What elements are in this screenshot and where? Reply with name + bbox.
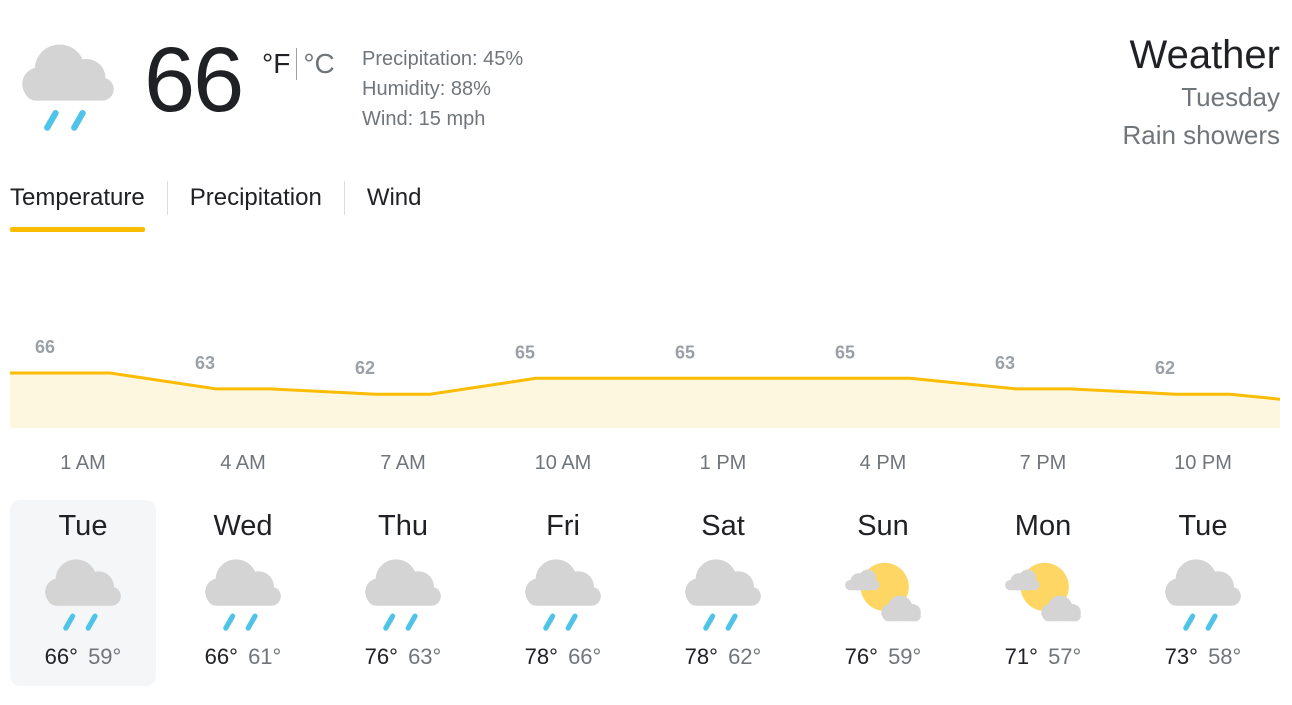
- humidity-text: Humidity: 88%: [362, 78, 491, 100]
- hour-label: 10 AM: [534, 452, 592, 474]
- high-temperature: 76°: [364, 644, 398, 669]
- day-temperatures: 78° 62°: [650, 644, 796, 670]
- high-temperature: 78°: [684, 644, 718, 669]
- day-tile[interactable]: Tue 73° 58°: [1130, 500, 1276, 686]
- tab-divider: [343, 181, 345, 215]
- rain-showers-icon: [360, 552, 446, 632]
- data-label: 62: [1155, 358, 1175, 378]
- current-temperature: 66: [144, 29, 244, 131]
- data-label: 65: [675, 342, 695, 362]
- low-temperature: 59°: [88, 644, 122, 669]
- rain-showers-icon: [680, 552, 766, 632]
- chart-area-fill: [10, 373, 1280, 428]
- current-details: Precipitation: 45% Humidity: 88% Wind: 1…: [362, 44, 523, 134]
- day-temperatures: 71° 57°: [970, 644, 1116, 670]
- data-label: 66: [35, 337, 55, 357]
- low-temperature: 59°: [888, 644, 922, 669]
- day-tile[interactable]: Wed 66° 61°: [170, 500, 316, 686]
- day-tile[interactable]: Sat 78° 62°: [650, 500, 796, 686]
- temperature-chart: 66 63 62 65 65 65 63 62: [10, 337, 1281, 428]
- partly-cloudy-icon: [840, 552, 926, 632]
- unit-fahrenheit[interactable]: °F: [262, 48, 290, 80]
- high-temperature: 66°: [204, 644, 238, 669]
- tab-precipitation[interactable]: Precipitation: [190, 178, 322, 218]
- partly-cloudy-icon: [1000, 552, 1086, 632]
- rain-showers-icon: [1160, 552, 1246, 632]
- data-label: 65: [515, 342, 535, 362]
- high-temperature: 66°: [44, 644, 78, 669]
- day-temperatures: 76° 63°: [330, 644, 476, 670]
- unit-separator: [296, 48, 298, 80]
- low-temperature: 66°: [568, 644, 602, 669]
- day-name: Tue: [1178, 510, 1228, 542]
- wind-text: Wind: 15 mph: [362, 108, 486, 130]
- low-temperature: 58°: [1208, 644, 1242, 669]
- weather-title: Weather: [1129, 33, 1280, 77]
- day-tile[interactable]: Fri 78° 66°: [490, 500, 636, 686]
- unit-celsius[interactable]: °C: [303, 48, 334, 80]
- rain-showers-icon: [40, 552, 126, 632]
- day-tile[interactable]: Tue 66° 59°: [10, 500, 156, 686]
- data-label: 65: [835, 342, 855, 362]
- hour-label: 1 PM: [699, 452, 747, 474]
- day-name: Mon: [1014, 510, 1072, 542]
- low-temperature: 63°: [408, 644, 442, 669]
- rain-showers-icon: [16, 36, 120, 132]
- day-name: Thu: [378, 510, 428, 542]
- rain-showers-icon: [200, 552, 286, 632]
- unit-toggle: °F °C: [262, 48, 335, 80]
- low-temperature: 62°: [728, 644, 762, 669]
- day-tile[interactable]: Sun 76° 59°: [810, 500, 956, 686]
- hour-label: 4 AM: [220, 452, 266, 474]
- hour-label: 7 AM: [380, 452, 426, 474]
- data-label: 63: [195, 353, 215, 373]
- day-tile[interactable]: Mon 71° 57°: [970, 500, 1116, 686]
- day-temperatures: 66° 61°: [170, 644, 316, 670]
- day-name: Sun: [857, 510, 909, 542]
- high-temperature: 73°: [1164, 644, 1198, 669]
- current-condition: Rain showers: [1122, 120, 1280, 150]
- chart-tabs: Temperature Precipitation Wind: [10, 178, 422, 232]
- precipitation-text: Precipitation: 45%: [362, 48, 524, 70]
- day-name: Tue: [58, 510, 108, 542]
- day-tile[interactable]: Thu 76° 63°: [330, 500, 476, 686]
- tab-temperature[interactable]: Temperature: [10, 178, 145, 232]
- rain-showers-icon: [520, 552, 606, 632]
- data-label: 62: [355, 358, 375, 378]
- hour-label: 10 PM: [1174, 452, 1232, 474]
- high-temperature: 76°: [844, 644, 878, 669]
- low-temperature: 61°: [248, 644, 282, 669]
- day-name: Sat: [701, 510, 745, 542]
- day-temperatures: 66° 59°: [10, 644, 156, 670]
- high-temperature: 71°: [1004, 644, 1038, 669]
- tab-wind[interactable]: Wind: [367, 178, 422, 218]
- day-temperatures: 78° 66°: [490, 644, 636, 670]
- location-summary: Weather Tuesday Rain showers: [1122, 32, 1280, 154]
- day-name: Wed: [213, 510, 273, 542]
- data-label: 63: [995, 353, 1015, 373]
- current-day: Tuesday: [1181, 82, 1280, 112]
- low-temperature: 57°: [1048, 644, 1082, 669]
- hour-label: 7 PM: [1019, 452, 1067, 474]
- day-temperatures: 76° 59°: [810, 644, 956, 670]
- hour-labels: 1 AM 4 AM 7 AM 10 AM 1 PM 4 PM 7 PM 10 PM: [0, 452, 1292, 480]
- tab-divider: [166, 181, 168, 215]
- hour-label: 4 PM: [859, 452, 907, 474]
- high-temperature: 78°: [524, 644, 558, 669]
- day-name: Fri: [546, 510, 580, 542]
- day-temperatures: 73° 58°: [1130, 644, 1276, 670]
- hour-label: 1 AM: [60, 452, 106, 474]
